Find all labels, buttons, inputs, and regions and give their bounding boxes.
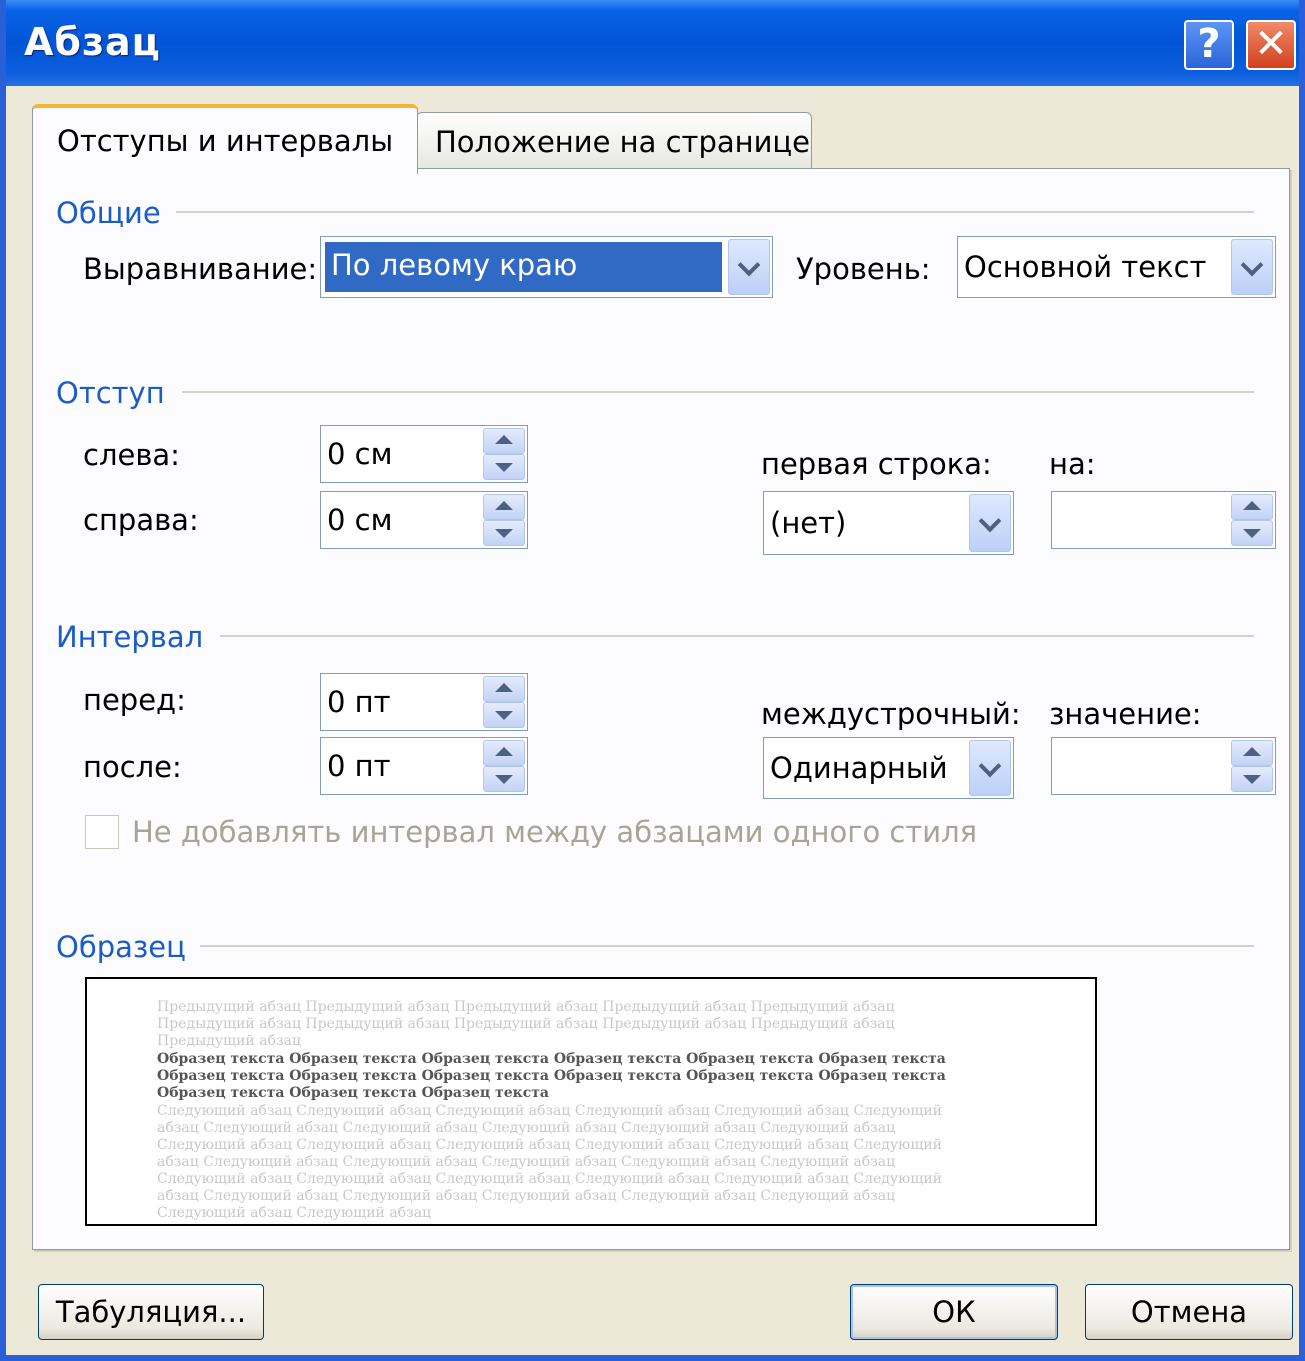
general-section-title: Общие [56, 196, 161, 230]
indent-right-spinner[interactable]: 0 см [320, 491, 528, 549]
spin-buttons[interactable] [483, 494, 525, 546]
chevron-down-icon[interactable] [969, 494, 1011, 552]
spin-down-icon[interactable] [1231, 520, 1273, 546]
indent-section-title: Отступ [56, 376, 165, 410]
general-divider [176, 211, 1254, 213]
indent-left-value: 0 см [327, 437, 393, 471]
help-icon: ? [1197, 21, 1221, 67]
cancel-button[interactable]: Отмена [1085, 1284, 1293, 1340]
indent-left-spinner[interactable]: 0 см [320, 425, 528, 483]
spin-down-icon[interactable] [483, 520, 525, 546]
spin-buttons[interactable] [1231, 494, 1273, 546]
close-icon: ✕ [1254, 21, 1288, 67]
spacing-before-spinner[interactable]: 0 пт [320, 673, 528, 731]
level-label: Уровень: [796, 252, 931, 286]
alignment-label: Выравнивание: [83, 252, 318, 286]
close-button[interactable]: ✕ [1246, 20, 1296, 70]
spin-buttons[interactable] [483, 740, 525, 792]
tab-indents-and-spacing-label: Отступы и интервалы [57, 124, 394, 158]
line-spacing-dropdown[interactable]: Одинарный [763, 737, 1014, 799]
preview-section-title: Образец [56, 930, 186, 964]
spin-up-icon[interactable] [1231, 494, 1273, 520]
paragraph-preview: Предыдущий абзац Предыдущий абзац Предыд… [85, 977, 1097, 1226]
indent-right-value: 0 см [327, 503, 393, 537]
first-line-label: первая строка: [761, 447, 992, 481]
no-space-same-style-label[interactable]: Не добавлять интервал между абзацами одн… [132, 815, 977, 849]
spacing-section-title: Интервал [56, 620, 204, 654]
spin-down-icon[interactable] [483, 766, 525, 792]
tab-line-and-page-breaks-label: Положение на странице [435, 125, 811, 159]
chevron-down-icon[interactable] [969, 740, 1011, 796]
no-space-same-style-checkbox[interactable] [85, 815, 119, 849]
spin-buttons[interactable] [483, 676, 525, 728]
at-spinner[interactable] [1051, 737, 1276, 795]
spin-up-icon[interactable] [483, 740, 525, 766]
alignment-dropdown[interactable]: По левому краю [320, 236, 773, 298]
title-bar[interactable]: Абзац ? ✕ [6, 0, 1299, 86]
tab-line-and-page-breaks[interactable]: Положение на странице [416, 112, 812, 168]
spin-buttons[interactable] [483, 428, 525, 480]
at-label: значение: [1049, 697, 1202, 731]
tabs-button-label: Табуляция... [55, 1295, 247, 1329]
preview-next-paragraph: Следующий абзац Следующий абзац Следующи… [157, 1103, 942, 1221]
spacing-before-label: перед: [83, 683, 186, 717]
level-dropdown[interactable]: Основной текст [957, 236, 1276, 298]
by-label: на: [1049, 447, 1096, 481]
tab-indents-and-spacing[interactable]: Отступы и интервалы [32, 104, 418, 174]
line-spacing-value: Одинарный [770, 751, 948, 785]
spin-down-icon[interactable] [1231, 766, 1273, 792]
spin-up-icon[interactable] [1231, 740, 1273, 766]
tabs-button[interactable]: Табуляция... [38, 1284, 264, 1340]
spin-down-icon[interactable] [483, 702, 525, 728]
chevron-down-icon[interactable] [1231, 239, 1273, 295]
chevron-down-icon[interactable] [728, 239, 770, 295]
ok-button[interactable]: ОК [850, 1284, 1058, 1340]
paragraph-dialog: Абзац ? ✕ Отступы и интервалы Положение … [0, 0, 1305, 1361]
indent-divider [182, 391, 1254, 393]
ok-button-label: ОК [932, 1295, 976, 1329]
line-spacing-label: междустрочный: [761, 697, 1021, 731]
spacing-after-spinner[interactable]: 0 пт [320, 737, 528, 795]
by-spinner[interactable] [1051, 491, 1276, 549]
first-line-dropdown[interactable]: (нет) [763, 491, 1014, 555]
spacing-after-label: после: [83, 750, 182, 784]
help-button[interactable]: ? [1184, 20, 1234, 70]
spacing-before-value: 0 пт [327, 685, 391, 719]
dialog-title: Абзац [24, 20, 161, 64]
preview-previous-paragraph: Предыдущий абзац Предыдущий абзац Предыд… [157, 999, 895, 1049]
spin-up-icon[interactable] [483, 428, 525, 454]
spin-up-icon[interactable] [483, 676, 525, 702]
cancel-button-label: Отмена [1130, 1295, 1248, 1329]
first-line-value: (нет) [770, 506, 847, 540]
spin-buttons[interactable] [1231, 740, 1273, 792]
spacing-after-value: 0 пт [327, 749, 391, 783]
spacing-divider [220, 635, 1254, 637]
level-value: Основной текст [964, 250, 1207, 284]
indent-left-label: слева: [83, 438, 180, 472]
indent-right-label: справа: [83, 503, 199, 537]
preview-divider [200, 945, 1254, 947]
spin-down-icon[interactable] [483, 454, 525, 480]
spin-up-icon[interactable] [483, 494, 525, 520]
alignment-value: По левому краю [324, 241, 723, 293]
preview-sample-paragraph: Образец текста Образец текста Образец те… [157, 1051, 946, 1101]
